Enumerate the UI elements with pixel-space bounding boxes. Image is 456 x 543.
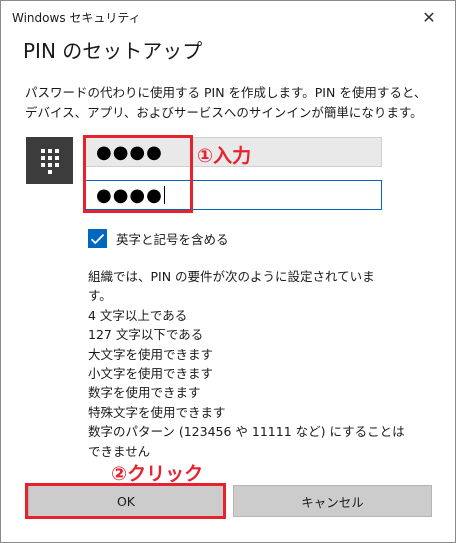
checkbox-label: 英字と記号を含める: [116, 232, 229, 247]
title-bar: Windows セキュリティ ✕: [1, 1, 455, 33]
close-icon[interactable]: ✕: [409, 3, 449, 31]
cancel-button[interactable]: キャンセル: [233, 485, 432, 517]
annotation-box-inputs: [83, 135, 193, 213]
pin-policy-text: 組織では、PIN の要件が次のように設定されていま す。 4 文字以上である 1…: [88, 267, 405, 461]
annotation-step2: ②クリック: [111, 463, 204, 485]
annotation-step1: ①入力: [197, 145, 252, 167]
policy-rule: 小文字を使用できます: [88, 366, 214, 382]
policy-rule: 数字を使用できます: [88, 385, 201, 401]
annotation-box-ok: [25, 483, 226, 519]
page-title: PIN のセットアップ: [23, 39, 203, 63]
include-letters-symbols-option[interactable]: 英字と記号を含める: [88, 229, 229, 248]
policy-rule: 特殊文字を使用できます: [88, 404, 226, 420]
policy-rule: 大文字を使用できます: [88, 346, 214, 362]
pin-setup-dialog: Windows セキュリティ ✕ PIN のセットアップ パスワードの代わりに使…: [0, 0, 456, 543]
keypad-dots-icon: [40, 148, 59, 174]
keypad-icon: [26, 137, 73, 184]
policy-rule: 数字のパターン (123456 や 11111 など) にすることは: [88, 424, 405, 440]
policy-rule: 4 文字以上である: [88, 307, 188, 323]
window-title: Windows セキュリティ: [12, 11, 141, 25]
policy-intro-line: 組織では、PIN の要件が次のように設定されていま: [88, 269, 375, 284]
policy-rule: 127 文字以下である: [88, 327, 204, 343]
include-letters-symbols-checkbox[interactable]: [88, 229, 107, 248]
policy-intro-line: す。: [88, 288, 112, 304]
description-text: パスワードの代わりに使用する PIN を作成します。PIN を使用すると、デバイ…: [25, 85, 427, 120]
checkmark-icon: [90, 233, 105, 244]
